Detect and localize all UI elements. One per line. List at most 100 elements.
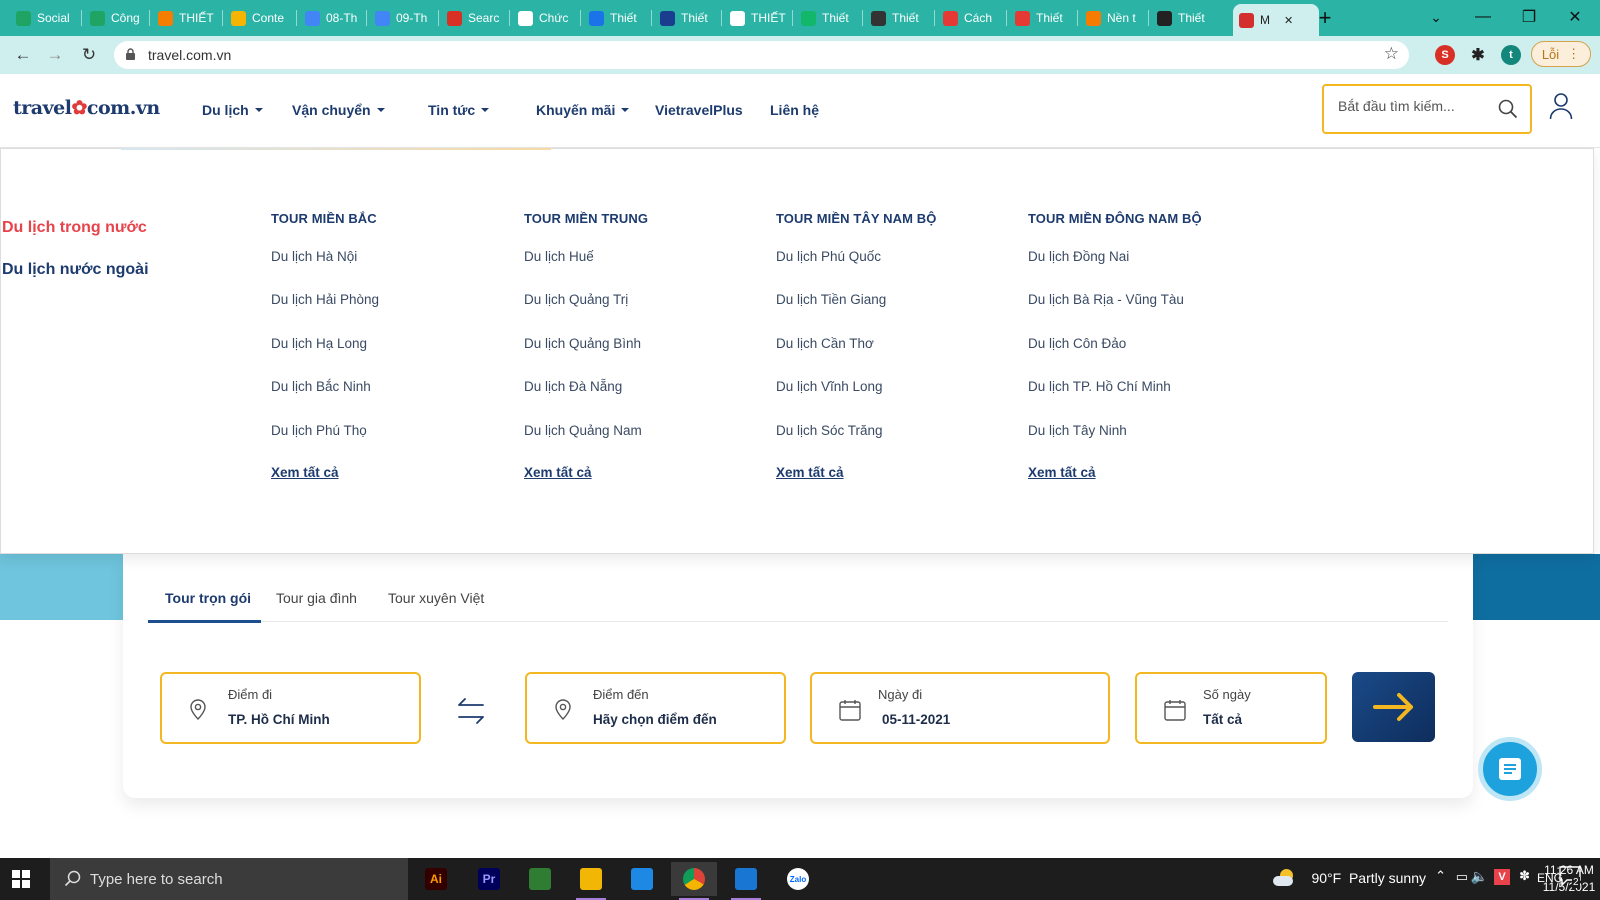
reload-button[interactable]: ↻ — [78, 44, 100, 66]
swap-arrows-icon[interactable] — [456, 696, 486, 726]
destination-link[interactable]: Du lịch Đồng Nai — [1028, 248, 1268, 291]
battery-icon[interactable]: ▭ — [1456, 869, 1468, 885]
taskbar-app[interactable] — [619, 862, 665, 896]
minimize-button[interactable]: — — [1460, 0, 1506, 34]
destination-link[interactable]: Du lịch Côn Đảo — [1028, 335, 1268, 378]
tab-separator — [222, 10, 223, 26]
taskbar-app[interactable] — [517, 862, 563, 896]
notification-center-icon[interactable]: 2 — [1559, 866, 1585, 892]
category-international[interactable]: Du lịch nước ngoài — [2, 261, 149, 279]
close-tab-icon[interactable]: ✕ — [1284, 14, 1293, 27]
tab-tour-xuyen-viet[interactable]: Tour xuyên Việt — [388, 590, 484, 606]
destination-link[interactable]: Du lịch Tây Ninh — [1028, 422, 1268, 465]
destination-link[interactable]: Du lịch Cần Thơ — [776, 335, 1016, 378]
taskbar-app[interactable]: Zalo — [775, 862, 821, 896]
category-domestic[interactable]: Du lịch trong nước — [2, 219, 147, 237]
browser-tab[interactable]: Cách — [937, 4, 1009, 32]
greenshot-icon — [529, 868, 551, 890]
view-all-link[interactable]: Xem tất cả — [271, 465, 511, 480]
browser-tab[interactable]: Thiết — [865, 4, 937, 32]
destination-link[interactable]: Du lịch Hà Nội — [271, 248, 511, 291]
nav-item[interactable]: Liên hệ — [770, 102, 819, 118]
destination-field[interactable]: Điểm đến Hãy chọn điểm đến — [525, 672, 786, 744]
destination-link[interactable]: Du lịch TP. Hồ Chí Minh — [1028, 378, 1268, 421]
browser-tab[interactable]: Thiết — [583, 4, 655, 32]
nav-item[interactable]: Khuyến mãi — [536, 102, 630, 118]
site-logo[interactable]: travel✿com.vn — [13, 97, 160, 119]
departure-date-field[interactable]: Ngày đi 05-11-2021 — [810, 672, 1110, 744]
tab-search-icon[interactable]: ⌄ — [1413, 0, 1459, 34]
browser-tab[interactable]: THIẾT — [724, 4, 796, 32]
browser-tab[interactable]: 09-Th — [369, 4, 441, 32]
chat-message-icon — [1499, 758, 1521, 780]
browser-tab[interactable]: THIẾT — [152, 4, 224, 32]
tab-tour-gia-dinh[interactable]: Tour gia đình — [276, 590, 357, 606]
taskbar-app[interactable] — [671, 862, 717, 900]
browser-tab[interactable]: Chức — [512, 4, 584, 32]
weather-text[interactable]: 90°F Partly sunny — [1311, 870, 1426, 886]
extensions-puzzle-icon[interactable]: ✱ — [1468, 45, 1488, 65]
destination-link[interactable]: Du lịch Sóc Trăng — [776, 422, 1016, 465]
browser-tab-label: Thiết — [1036, 11, 1063, 25]
destination-link[interactable]: Du lịch Hạ Long — [271, 335, 511, 378]
user-account-icon[interactable] — [1549, 92, 1573, 120]
taskbar-app[interactable] — [723, 862, 769, 900]
forward-button[interactable]: → — [44, 44, 66, 66]
destination-link[interactable]: Du lịch Quảng Bình — [524, 335, 764, 378]
browser-tab[interactable]: Social — [10, 4, 82, 32]
s-icon — [801, 10, 816, 26]
vietkey-tray-icon[interactable]: V — [1494, 869, 1510, 885]
browser-tab[interactable]: 08-Th — [299, 4, 371, 32]
nav-item[interactable]: Vận chuyển — [292, 102, 385, 118]
taskbar-app[interactable]: Ai — [413, 862, 459, 896]
view-all-link[interactable]: Xem tất cả — [776, 465, 1016, 480]
destination-link[interactable]: Du lịch Tiền Giang — [776, 291, 1016, 334]
destination-link[interactable]: Du lịch Vĩnh Long — [776, 378, 1016, 421]
browser-tab[interactable]: Conte — [225, 4, 297, 32]
search-tours-button[interactable] — [1352, 672, 1435, 742]
volume-icon[interactable]: 🔈 — [1471, 868, 1488, 885]
profile-avatar[interactable]: t — [1501, 45, 1521, 65]
days-field[interactable]: Số ngày Tất cả — [1135, 672, 1327, 744]
back-button[interactable]: ← — [12, 44, 34, 66]
destination-link[interactable]: Du lịch Phú Quốc — [776, 248, 1016, 291]
view-all-link[interactable]: Xem tất cả — [1028, 465, 1268, 480]
maximize-button[interactable]: ❐ — [1506, 0, 1552, 34]
close-window-button[interactable]: ✕ — [1552, 0, 1598, 34]
destination-link[interactable]: Du lịch Bắc Ninh — [271, 378, 511, 421]
site-search-input[interactable] — [1338, 98, 1488, 114]
windows-start-icon[interactable] — [12, 870, 30, 888]
browser-tab[interactable]: Nền t — [1080, 4, 1152, 32]
destination-link[interactable]: Du lịch Bà Rịa - Vũng Tàu — [1028, 291, 1268, 334]
extension-red-icon[interactable]: S — [1435, 45, 1455, 65]
nav-item[interactable]: Tin tức — [428, 102, 490, 118]
taskbar-app[interactable]: Pr — [466, 862, 512, 896]
address-bar[interactable]: travel.com.vn ☆ — [114, 41, 1409, 69]
nav-item[interactable]: Du lịch — [202, 102, 263, 118]
taskbar-app[interactable] — [568, 862, 614, 900]
view-all-link[interactable]: Xem tất cả — [524, 465, 764, 480]
bookmark-star-icon[interactable]: ☆ — [1384, 44, 1399, 64]
taskbar-search-box[interactable]: Type here to search — [50, 858, 408, 900]
update-error-button[interactable]: Lỗi ⋮ — [1531, 41, 1591, 67]
browser-tab[interactable]: Thiết — [1151, 4, 1223, 32]
destination-link[interactable]: Du lịch Quảng Trị — [524, 291, 764, 334]
browser-tab[interactable]: Searc — [441, 4, 513, 32]
destination-link[interactable]: Du lịch Phú Thọ — [271, 422, 511, 465]
browser-tab[interactable]: Thiết — [654, 4, 726, 32]
new-tab-button[interactable]: + — [1302, 4, 1342, 32]
search-icon[interactable] — [1498, 99, 1518, 119]
show-hidden-icons-chevron-icon[interactable]: ⌃ — [1435, 868, 1446, 884]
departure-field[interactable]: Điểm đi TP. Hồ Chí Minh — [160, 672, 421, 744]
destination-link[interactable]: Du lịch Hải Phòng — [271, 291, 511, 334]
chat-button[interactable] — [1478, 737, 1542, 801]
nav-item[interactable]: VietravelPlus — [655, 102, 743, 118]
browser-tab[interactable]: Công — [84, 4, 156, 32]
tab-tour-tron-goi[interactable]: Tour trọn gói — [165, 590, 251, 606]
destination-link[interactable]: Du lịch Quảng Nam — [524, 422, 764, 465]
browser-tab[interactable]: Thiết — [795, 4, 867, 32]
browser-tab[interactable]: Thiết — [1009, 4, 1081, 32]
destination-link[interactable]: Du lịch Đà Nẵng — [524, 378, 764, 421]
destination-link[interactable]: Du lịch Huế — [524, 248, 764, 291]
clock[interactable]: 11:26 AM 11/5/2021 — [1514, 862, 1600, 896]
